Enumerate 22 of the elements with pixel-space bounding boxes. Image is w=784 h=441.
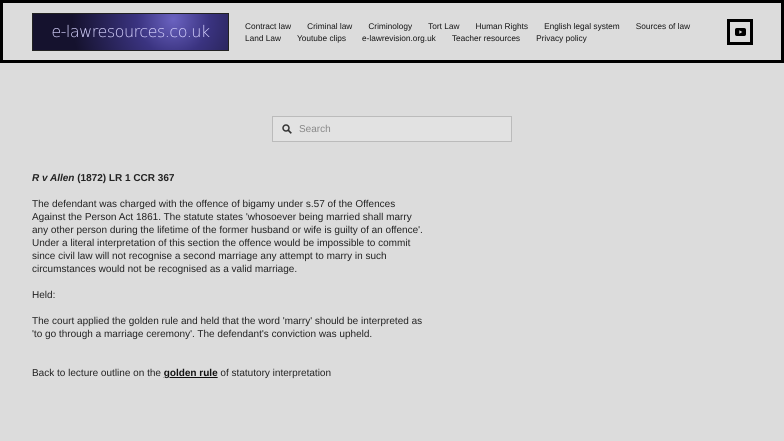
nav-link[interactable]: English legal system <box>544 20 620 32</box>
nav-link[interactable]: Human Rights <box>475 20 528 32</box>
paragraph: The defendant was charged with the offence of bigamy under s.57 of the Offences Against the Person Act 1861. The statute states 'whosoever being married shall marry any other person during the lifetime of the former husband or wife is guilty of an offence'. Under a literal interpretation of this section the offence would be impossible to commit since civil law will not recognise a second marriage any attempt to marry in such circumstances would not be recognised as a valid marriage. <box>32 198 424 276</box>
case-title: R v Allen (1872) LR 1 CCR 367 <box>32 172 176 185</box>
nav-link[interactable]: Teacher resources <box>452 32 520 44</box>
video-play-icon[interactable] <box>727 18 753 44</box>
nav-link[interactable]: Contract law <box>245 20 292 32</box>
nav-link[interactable]: Land Law <box>245 32 281 44</box>
nav-link[interactable]: Criminology <box>368 20 412 32</box>
nav-link[interactable]: Tort Law <box>428 20 460 32</box>
nav-link[interactable]: Youtube clips <box>296 32 346 44</box>
nav-link[interactable]: Criminal law <box>307 20 352 32</box>
golden-rule-link[interactable]: golden rule <box>164 368 218 379</box>
nav-link[interactable]: Sources of law <box>636 20 690 32</box>
paragraph: The court applied the golden rule and held that the word 'marry' should be interpreted as 'to go through a marriage ceremony'. The defendant's conviction was upheld. <box>32 315 424 341</box>
nav-link[interactable]: e-lawrevision.org.uk <box>362 32 436 44</box>
paragraph: Held: <box>32 289 56 302</box>
site-logo[interactable]: e-lawresources.co.uk <box>32 12 229 50</box>
search-field[interactable]: Search <box>272 116 512 142</box>
search-icon <box>282 124 292 134</box>
back-link-sentence: Back to lecture outline on the golden rule of statutory interpretation <box>32 367 332 380</box>
nav-link[interactable]: Privacy policy <box>536 32 587 44</box>
